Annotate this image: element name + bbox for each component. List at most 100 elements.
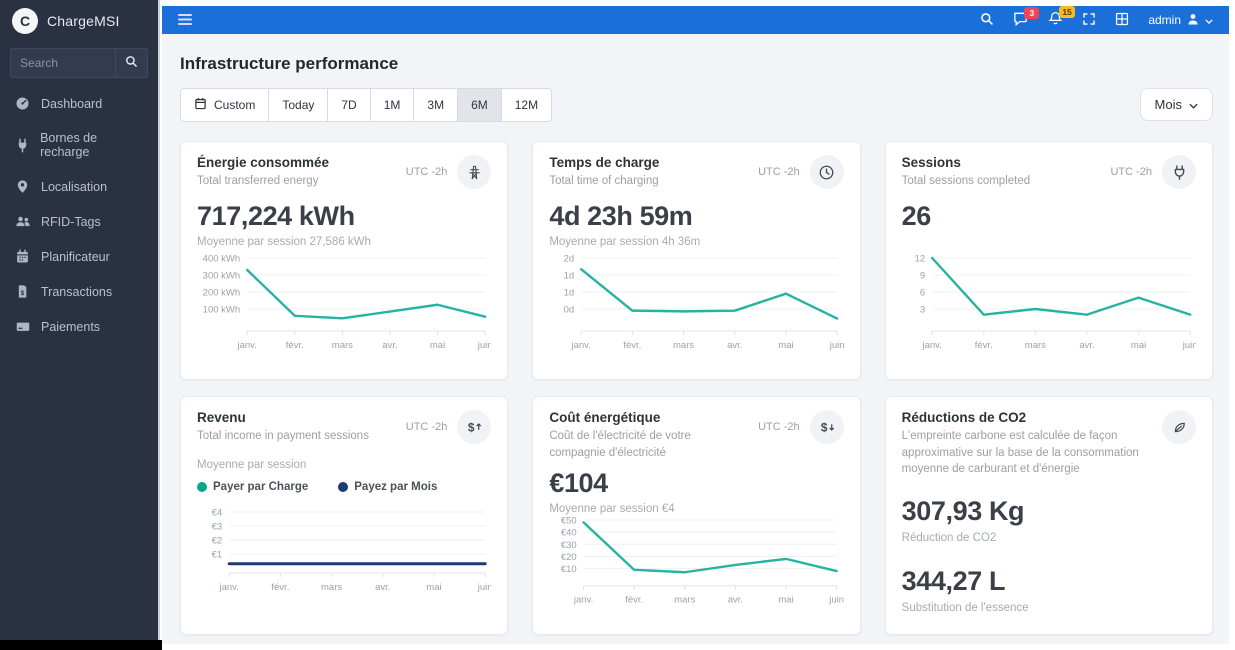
card-title: Temps de charge (549, 155, 660, 170)
range-today-button[interactable]: Today (268, 88, 329, 122)
utc-label: UTC -2h (405, 421, 448, 433)
brand[interactable]: C ChargeMSI (0, 0, 158, 42)
svg-text:juin: juin (477, 340, 492, 351)
notifications-badge: 15 (1059, 6, 1075, 18)
messages-badge: 3 (1024, 6, 1040, 19)
chevron-down-icon (1189, 97, 1198, 112)
svg-text:avr.: avr. (1079, 340, 1094, 351)
range-custom-button[interactable]: Custom (180, 88, 270, 122)
svg-text:mai: mai (779, 595, 794, 606)
sidebar-item-planificateur[interactable]: Planificateur (0, 239, 158, 274)
legend-dot-navy (338, 481, 349, 492)
card-sessions: Sessions Total sessions completed UTC -2… (884, 141, 1213, 380)
topbar: 3 15 admin (162, 6, 1229, 34)
page-title: Infrastructure performance (180, 54, 399, 73)
sidebar-item-bornes[interactable]: Bornes de recharge (0, 121, 158, 169)
svg-text:mai: mai (779, 340, 794, 351)
petrol-label: Substitution de l'essence (901, 602, 1029, 615)
sidebar-nav: Dashboard Bornes de recharge Localisatio… (0, 86, 158, 344)
user-menu[interactable]: admin (1148, 12, 1213, 29)
range-3m-button[interactable]: 3M (413, 88, 459, 122)
clock-icon (809, 155, 844, 189)
co2-label: Réduction de CO2 (901, 532, 997, 545)
card-energy-cost: Coût énergétique Coût de l'électricité d… (532, 396, 861, 635)
svg-text:févr.: févr. (286, 340, 304, 351)
card-subtitle: Total income in payment sessions (197, 430, 369, 442)
chargemsi-logo-icon: C (12, 8, 38, 34)
fullscreen-button[interactable] (1082, 12, 1096, 29)
svg-text:200 kWh: 200 kWh (203, 288, 241, 299)
energy-cost-chart: €50€40€30€20€10 janv. févr. mars avr. mai juin (561, 516, 844, 606)
sidebar-item-paiements[interactable]: Paiements (0, 309, 158, 344)
group-by-label: Mois (1154, 97, 1182, 112)
card-average: Moyenne par session (197, 458, 307, 471)
card-average: Moyenne par session 4h 36m (549, 235, 701, 248)
svg-text:€2: €2 (212, 535, 223, 546)
co2-value: 307,93 Kg (901, 496, 1025, 527)
sidebar-item-label: Planificateur (41, 249, 110, 264)
main-area: 3 15 admin Infrastructure performance Cu… (162, 0, 1235, 650)
energy-chart: 400 kWh 300 kWh 200 kWh 100 kWh janv. févr. ma… (203, 254, 492, 352)
card-title: Réductions de CO2 (901, 410, 1027, 425)
charging-time-chart: 2d 1d 1d 0d janv. févr. mars avr. mai juin (564, 254, 844, 352)
svg-text:mars: mars (675, 595, 696, 606)
utc-label: UTC -2h (758, 421, 800, 433)
svg-text:févr.: févr. (271, 582, 289, 593)
range-7d-button[interactable]: 7D (327, 88, 371, 122)
range-6m-button[interactable]: 6M (457, 88, 502, 122)
sidebar-item-localisation[interactable]: Localisation (0, 169, 158, 204)
svg-text:avr.: avr. (727, 340, 742, 351)
chart-legend: Payer par Charge Payez par Mois (197, 481, 491, 493)
dollar-down-icon: $ (809, 410, 844, 444)
svg-text:janv.: janv. (218, 582, 238, 593)
range-1m-button[interactable]: 1M (369, 88, 415, 122)
svg-text:$: $ (468, 420, 475, 434)
card-value: 717,224 kWh (197, 200, 355, 231)
svg-text:€10: €10 (561, 564, 577, 575)
svg-text:juin: juin (1181, 340, 1196, 351)
card-subtitle: L'empreinte carbone est calculée de faço… (901, 430, 1139, 476)
card-title: Revenu (197, 410, 246, 425)
svg-text:avr.: avr. (728, 595, 743, 606)
svg-text:févr.: févr. (974, 340, 992, 351)
menu-toggle-button[interactable] (178, 13, 192, 28)
calendar-icon (194, 97, 207, 113)
svg-text:mai: mai (426, 582, 441, 593)
group-by-dropdown[interactable]: Mois (1139, 88, 1213, 121)
card-value: 4d 23h 59m (549, 200, 693, 231)
svg-text:avr.: avr. (375, 582, 390, 593)
search-icon (980, 12, 994, 29)
range-12m-button[interactable]: 12M (500, 88, 553, 122)
search-input[interactable] (11, 49, 115, 77)
gauge-icon (14, 96, 31, 111)
search-button[interactable] (115, 49, 147, 77)
card-revenue: Revenu Total income in payment sessions … (180, 396, 509, 635)
card-charging-time: Temps de charge Total time of charging U… (532, 141, 861, 380)
svg-text:janv.: janv. (236, 340, 256, 351)
legend-label: Payer par Charge (213, 480, 309, 493)
svg-text:mars: mars (321, 582, 342, 593)
messages-button[interactable]: 3 (1013, 6, 1040, 29)
topbar-search-button[interactable] (980, 12, 994, 29)
bottom-left-strip (0, 640, 162, 650)
legend-pay-per-month: Payez par Mois (338, 481, 437, 493)
leaf-icon (1162, 410, 1196, 444)
users-icon (14, 214, 31, 229)
hamburger-icon (178, 13, 192, 28)
svg-text:3: 3 (920, 305, 925, 316)
sidebar-item-label: Dashboard (41, 96, 103, 111)
svg-text:€40: €40 (561, 528, 577, 539)
svg-text:300 kWh: 300 kWh (203, 271, 241, 282)
svg-text:févr.: févr. (624, 340, 642, 351)
svg-text:12: 12 (914, 254, 925, 265)
notifications-button[interactable]: 15 (1048, 6, 1075, 29)
sidebar: C ChargeMSI Dashboard Bornes de recharge (0, 0, 160, 640)
sidebar-item-rfid-tags[interactable]: RFID-Tags (0, 204, 158, 239)
card-co2-reduction: Réductions de CO2 L'empreinte carbone es… (884, 396, 1213, 635)
sidebar-item-dashboard[interactable]: Dashboard (0, 86, 158, 121)
svg-text:mai: mai (1131, 340, 1146, 351)
apps-grid-button[interactable] (1115, 12, 1129, 29)
range-label: Custom (214, 98, 256, 112)
sidebar-item-transactions[interactable]: $ Transactions (0, 274, 158, 309)
sidebar-item-label: Bornes de recharge (40, 131, 98, 159)
